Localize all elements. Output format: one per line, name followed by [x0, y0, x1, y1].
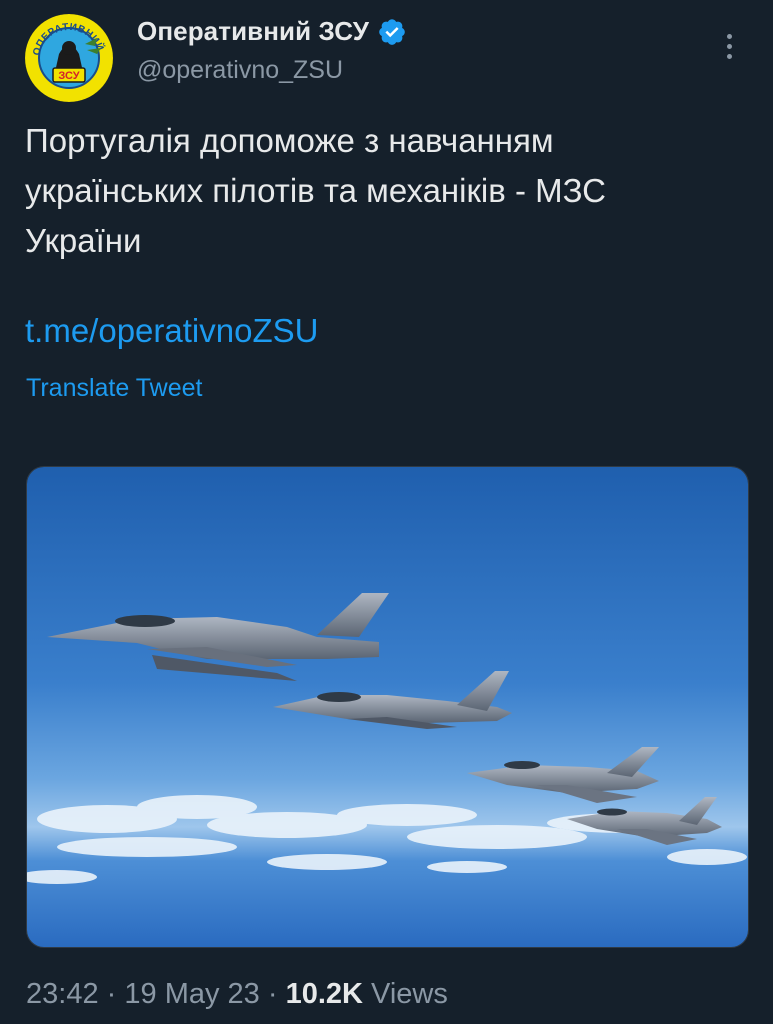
meta-separator: · [267, 978, 278, 1010]
tweet-header: ОПЕРАТИВНИЙ ЗСУ Оперативний ЗСУ @operati… [0, 0, 773, 110]
verified-badge-icon [379, 18, 405, 45]
author-avatar[interactable]: ОПЕРАТИВНИЙ ЗСУ [25, 14, 113, 102]
avatar-emblem-icon: ОПЕРАТИВНИЙ ЗСУ [25, 14, 113, 102]
tweet-time[interactable]: 23:42 [26, 978, 99, 1010]
avatar-badge-text: ЗСУ [58, 70, 79, 82]
tweet-link[interactable]: t.me/operativnoZSU [25, 306, 318, 356]
tweet-text: Португалія допоможе з навчанням українсь… [25, 122, 606, 259]
tweet-metadata: 23:42 · 19 May 23 · 10.2K Views [26, 978, 448, 1011]
author-name-row: Оперативний ЗСУ [137, 16, 407, 47]
author-display-name[interactable]: Оперативний ЗСУ [137, 16, 369, 47]
tweet-image[interactable] [26, 466, 749, 948]
meta-separator: · [106, 978, 117, 1010]
more-options-icon[interactable] [712, 28, 748, 64]
fighter-jets-photo [27, 467, 748, 947]
views-count[interactable]: 10.2K [286, 978, 363, 1010]
author-handle[interactable]: @operativno_ZSU [137, 56, 343, 85]
views-label: Views [371, 978, 448, 1010]
translate-tweet-button[interactable]: Translate Tweet [26, 374, 202, 403]
tweet-date[interactable]: 19 May 23 [124, 978, 259, 1010]
